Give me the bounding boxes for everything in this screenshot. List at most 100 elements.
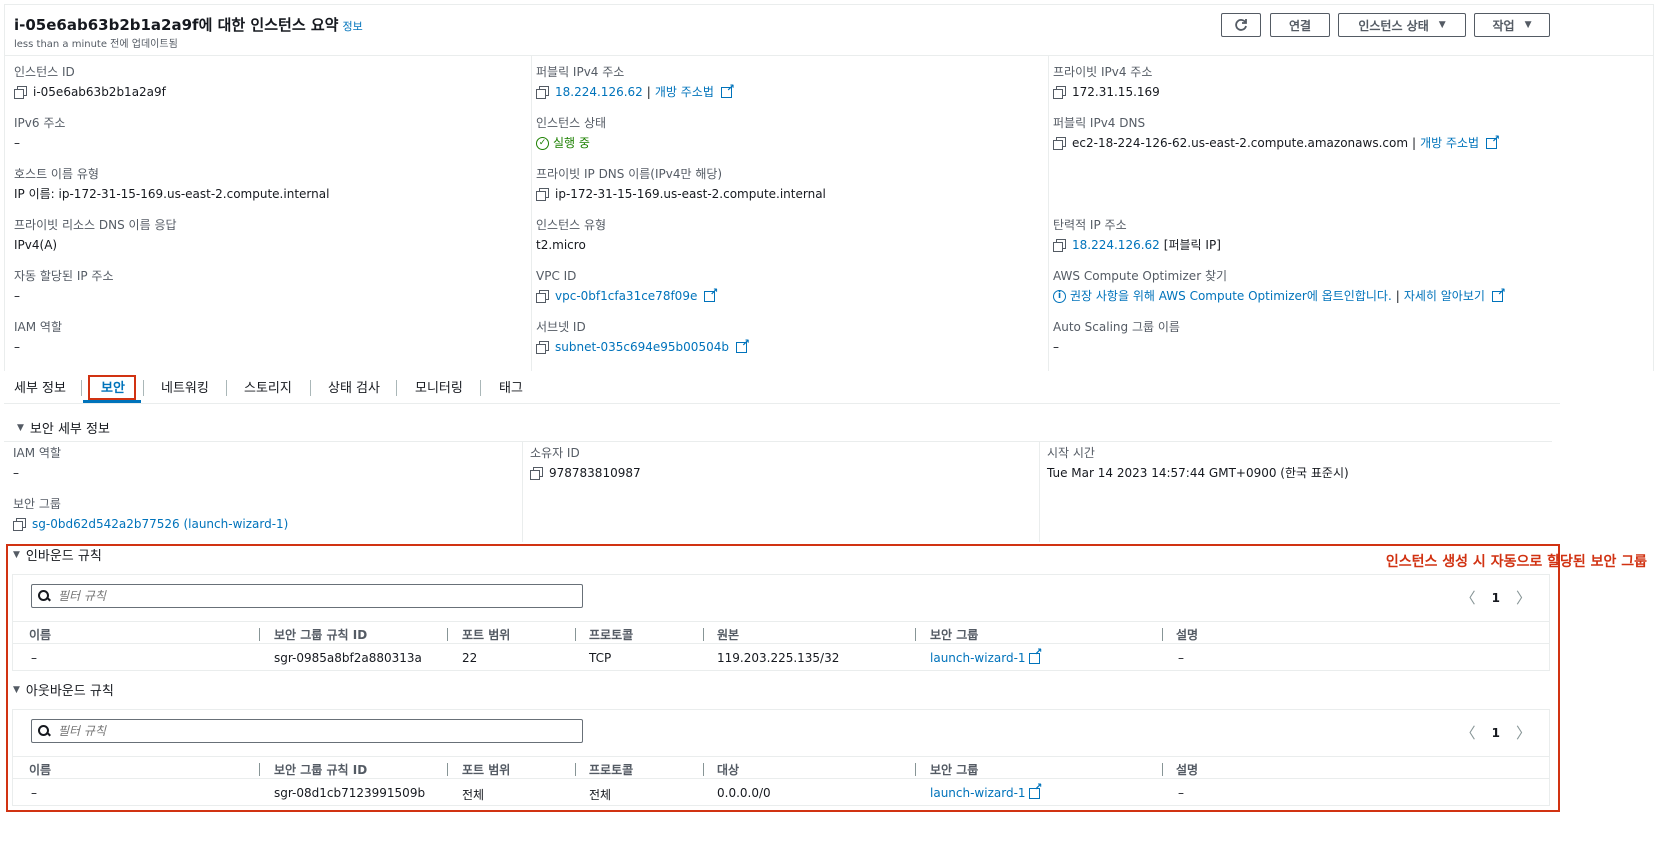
field-hostname-type: 호스트 이름 유형 IP 이름: ip-172-31-15-169.us-eas… bbox=[14, 167, 330, 201]
security-details: IAM 역할 – 보안 그룹 sg-0bd62d542a2b77526 (lau… bbox=[4, 441, 1552, 542]
col-description[interactable]: 설명 bbox=[1176, 761, 1198, 778]
col-protocol[interactable]: 프로토콜 bbox=[589, 761, 633, 778]
tab-monitoring[interactable]: 모니터링 bbox=[415, 377, 463, 396]
col-name[interactable]: 이름 bbox=[29, 761, 51, 778]
external-link-icon bbox=[720, 81, 735, 98]
search-icon bbox=[38, 590, 50, 602]
inbound-rules-table: 〈 1 〉 이름 보안 그룹 규칙 ID 포트 범위 프로토콜 원본 보안 그룹… bbox=[12, 574, 1550, 671]
refresh-button[interactable] bbox=[1221, 13, 1261, 37]
external-link-icon bbox=[1028, 782, 1043, 799]
learn-more-link[interactable]: 자세히 알아보기 bbox=[1404, 288, 1485, 304]
search-icon bbox=[38, 725, 50, 737]
instance-summary: 인스턴스 ID i-05e6ab63b2b1a2a9f IPv6 주소 – 호스… bbox=[4, 56, 1654, 371]
table-row: – sgr-0985a8bf2a880313a 22 TCP 119.203.2… bbox=[13, 643, 1549, 671]
external-link-icon bbox=[1491, 285, 1506, 302]
field-ipv6: IPv6 주소 – bbox=[14, 116, 66, 150]
outbound-rules-table: 〈 1 〉 이름 보안 그룹 규칙 ID 포트 범위 프로토콜 대상 보안 그룹… bbox=[12, 709, 1550, 806]
copy-icon[interactable] bbox=[536, 188, 549, 201]
tab-networking[interactable]: 네트워킹 bbox=[161, 377, 209, 396]
external-link-icon bbox=[704, 285, 718, 302]
copy-icon[interactable] bbox=[536, 86, 549, 99]
col-rule-id[interactable]: 보안 그룹 규칙 ID bbox=[274, 761, 367, 778]
copy-icon[interactable] bbox=[536, 341, 549, 354]
col-description[interactable]: 설명 bbox=[1176, 626, 1198, 643]
inbound-table-header: 이름 보안 그룹 규칙 ID 포트 범위 프로토콜 원본 보안 그룹 설명 bbox=[13, 621, 1549, 643]
actions-dropdown[interactable]: 작업 ▼ bbox=[1474, 13, 1550, 37]
outbound-pagination: 〈 1 〉 bbox=[1461, 722, 1531, 743]
vpc-link[interactable]: vpc-0bf1cfa31ce78f09e bbox=[555, 288, 697, 304]
page-header: i-05e6ab63b2b1a2a9f에 대한 인스턴스 요약 정보 less t… bbox=[4, 4, 1654, 56]
chevron-right-icon[interactable]: 〉 bbox=[1516, 587, 1531, 608]
instance-state-dropdown[interactable]: 인스턴스 상태 ▼ bbox=[1338, 13, 1466, 37]
tab-status-checks[interactable]: 상태 검사 bbox=[328, 377, 380, 396]
outbound-filter-field[interactable] bbox=[31, 719, 583, 743]
summary-column-1: 인스턴스 ID i-05e6ab63b2b1a2a9f IPv6 주소 – 호스… bbox=[14, 56, 514, 371]
field-instance-type: 인스턴스 유형 t2.micro bbox=[536, 218, 607, 252]
field-private-ipv4: 프라이빗 IPv4 주소 172.31.15.169 bbox=[1053, 65, 1160, 99]
field-public-dns: 퍼블릭 IPv4 DNS ec2-18-224-126-62.us-east-2… bbox=[1053, 115, 1500, 151]
page-title: i-05e6ab63b2b1a2a9f에 대한 인스턴스 요약 정보 bbox=[14, 16, 363, 34]
caret-down-icon: ▼ bbox=[1438, 20, 1446, 30]
col-source[interactable]: 원본 bbox=[717, 626, 739, 643]
outbound-filter-input[interactable] bbox=[58, 724, 558, 738]
col-name[interactable]: 이름 bbox=[29, 626, 51, 643]
copy-icon[interactable] bbox=[1053, 137, 1066, 150]
elastic-ip-link[interactable]: 18.224.126.62 bbox=[1072, 237, 1160, 253]
page-number[interactable]: 1 bbox=[1492, 726, 1500, 740]
col-port-range[interactable]: 포트 범위 bbox=[462, 626, 510, 643]
security-group-link[interactable]: launch-wizard-1 bbox=[930, 786, 1026, 800]
open-address-link[interactable]: 개방 주소법 bbox=[655, 84, 714, 100]
table-row: – sgr-08d1cb7123991509b 전체 전체 0.0.0.0/0 … bbox=[13, 778, 1549, 806]
tab-details[interactable]: 세부 정보 bbox=[14, 377, 66, 396]
outbound-rules-header[interactable]: ▼ 아웃바운드 규칙 bbox=[13, 680, 114, 699]
external-link-icon bbox=[1486, 132, 1500, 149]
copy-icon[interactable] bbox=[530, 467, 543, 480]
chevron-left-icon[interactable]: 〈 bbox=[1461, 722, 1476, 743]
col-security-group[interactable]: 보안 그룹 bbox=[930, 626, 978, 643]
field-instance-id: 인스턴스 ID i-05e6ab63b2b1a2a9f bbox=[14, 65, 166, 99]
summary-column-3: 프라이빗 IPv4 주소 172.31.15.169 퍼블릭 IPv4 DNS … bbox=[1048, 56, 1648, 371]
summary-column-2: 퍼블릭 IPv4 주소 18.224.126.62|개방 주소법 인스턴스 상태… bbox=[531, 56, 1031, 371]
copy-icon[interactable] bbox=[1053, 86, 1066, 99]
copy-icon[interactable] bbox=[13, 518, 26, 531]
status-running: 실행 중 bbox=[553, 136, 590, 150]
chevron-right-icon[interactable]: 〉 bbox=[1516, 722, 1531, 743]
caret-down-icon: ▼ bbox=[1524, 20, 1532, 30]
copy-icon[interactable] bbox=[14, 86, 27, 99]
col-port-range[interactable]: 포트 범위 bbox=[462, 761, 510, 778]
chevron-left-icon[interactable]: 〈 bbox=[1461, 587, 1476, 608]
copy-icon[interactable] bbox=[536, 290, 549, 303]
col-destination[interactable]: 대상 bbox=[717, 761, 739, 778]
inbound-filter-input[interactable] bbox=[58, 589, 558, 603]
caret-down-icon: ▼ bbox=[13, 684, 20, 695]
field-subnet-id: 서브넷 ID subnet-035c694e95b00504b bbox=[536, 319, 750, 355]
open-address-link-2[interactable]: 개방 주소법 bbox=[1420, 135, 1479, 151]
page-number[interactable]: 1 bbox=[1492, 591, 1500, 605]
caret-down-icon: ▼ bbox=[13, 549, 20, 560]
connect-button[interactable]: 연결 bbox=[1270, 13, 1330, 37]
inbound-rules-header[interactable]: ▼ 인바운드 규칙 bbox=[13, 545, 102, 564]
detail-tabs: 세부 정보 보안 네트워킹 스토리지 상태 검사 모니터링 태그 bbox=[4, 371, 1560, 404]
tab-storage[interactable]: 스토리지 bbox=[244, 377, 292, 396]
security-details-header[interactable]: ▼ 보안 세부 정보 bbox=[17, 418, 110, 437]
field-public-ipv4: 퍼블릭 IPv4 주소 18.224.126.62 | 개방 주소법 bbox=[536, 64, 735, 100]
field-vpc-id: VPC ID vpc-0bf1cfa31ce78f09e bbox=[536, 268, 718, 304]
security-group-link[interactable]: launch-wizard-1 bbox=[930, 651, 1026, 665]
col-protocol[interactable]: 프로토콜 bbox=[589, 626, 633, 643]
field-elastic-ip: 탄력적 IP 주소 18.224.126.62 [퍼블릭 IP] bbox=[1053, 218, 1221, 253]
info-link[interactable]: 정보 bbox=[342, 20, 362, 33]
tab-highlight bbox=[88, 375, 136, 400]
annotation-text: 인스턴스 생성 시 자동으로 할당된 보안 그룹 bbox=[1385, 554, 1647, 570]
public-ipv4-link[interactable]: 18.224.126.62 bbox=[555, 84, 643, 100]
col-rule-id[interactable]: 보안 그룹 규칙 ID bbox=[274, 626, 367, 643]
field-private-dns-response: 프라이빗 리소스 DNS 이름 응답 IPv4(A) bbox=[14, 218, 177, 252]
tab-tags[interactable]: 태그 bbox=[499, 377, 523, 396]
copy-icon[interactable] bbox=[1053, 239, 1066, 252]
col-security-group[interactable]: 보안 그룹 bbox=[930, 761, 978, 778]
field-auto-assigned-ip: 자동 할당된 IP 주소 – bbox=[14, 269, 114, 303]
optimizer-opt-in-link[interactable]: 권장 사항을 위해 AWS Compute Optimizer에 옵트인합니다. bbox=[1070, 288, 1392, 304]
check-circle-icon: ✓ bbox=[536, 136, 549, 150]
inbound-filter-field[interactable] bbox=[31, 584, 583, 608]
security-group-link[interactable]: sg-0bd62d542a2b77526 (launch-wizard-1) bbox=[32, 516, 288, 532]
subnet-link[interactable]: subnet-035c694e95b00504b bbox=[555, 339, 729, 355]
